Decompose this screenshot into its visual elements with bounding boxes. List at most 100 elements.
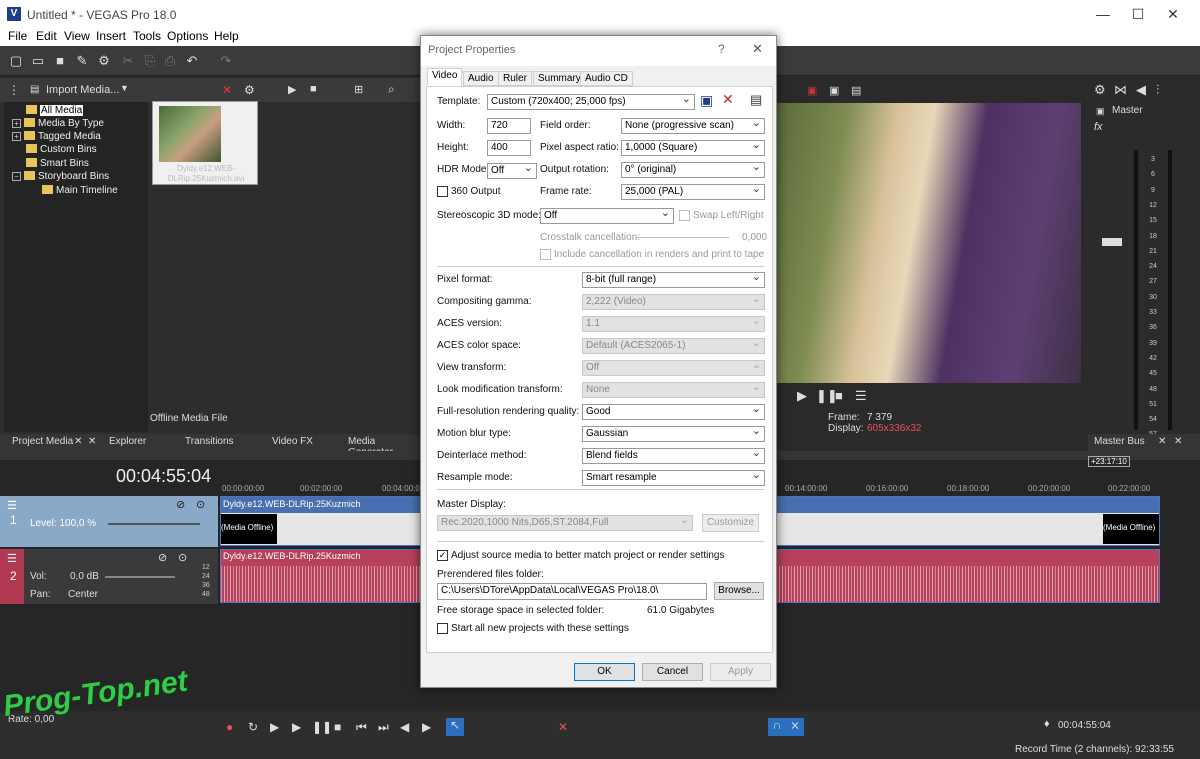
next-frame-icon[interactable]: ▶	[422, 720, 431, 734]
setting-dropdown[interactable]: None	[582, 382, 765, 398]
setting-dropdown[interactable]: Smart resample	[582, 470, 765, 486]
normal-edit-tool-icon[interactable]: ↖	[446, 718, 464, 736]
include-cancellation-checkbox[interactable]	[540, 249, 551, 260]
menu-edit[interactable]: Edit	[36, 29, 57, 43]
fx-icon[interactable]: fx	[1094, 121, 1103, 133]
match-media-icon[interactable]: ▤	[750, 92, 762, 108]
stereoscopic-dropdown[interactable]: Off	[540, 208, 674, 224]
close-icon[interactable]: ✕	[1174, 436, 1182, 447]
tree-custom-bins[interactable]: Custom Bins	[26, 144, 97, 157]
chevron-down-icon[interactable]: ▼	[120, 83, 129, 93]
customize-button[interactable]: Customize	[702, 514, 759, 532]
downmix-icon[interactable]: ⋈	[1114, 82, 1127, 98]
tree-tagged-media[interactable]: + Tagged Media	[12, 131, 101, 144]
master-display-dropdown[interactable]: Rec.2020,1000 Nits,D65,ST.2084,Full	[437, 515, 693, 531]
setting-dropdown[interactable]: Blend fields	[582, 448, 765, 464]
fader-handle[interactable]	[1102, 238, 1122, 246]
setting-dropdown[interactable]: 1.1	[582, 316, 765, 332]
tab-audio[interactable]: Audio	[463, 71, 499, 86]
stop-icon[interactable]: ■	[310, 83, 317, 95]
template-dropdown[interactable]: Custom (720x400; 25,000 fps)	[487, 94, 695, 110]
import-media-icon[interactable]: ▤	[30, 84, 39, 95]
mixer-sliders-icon[interactable]: ⫶	[1156, 82, 1159, 98]
delete-template-icon[interactable]: ✕	[722, 91, 734, 108]
menu-file[interactable]: File	[8, 29, 27, 43]
menu-insert[interactable]: Insert	[96, 29, 126, 43]
save-template-icon[interactable]: ▣	[700, 92, 713, 109]
solo-icon[interactable]: ⊙	[178, 551, 187, 564]
height-input[interactable]: 400	[487, 140, 531, 156]
prerender-folder-input[interactable]: C:\Users\DTore\AppData\Local\VEGAS Pro\1…	[437, 583, 707, 600]
setting-dropdown[interactable]: Off	[582, 360, 765, 376]
pause-icon[interactable]: ❚❚	[312, 720, 332, 734]
setting-dropdown[interactable]: Default (ACES2065-1)	[582, 338, 765, 354]
hdr-mode-dropdown[interactable]: Off	[487, 163, 537, 179]
tree-smart-bins[interactable]: Smart Bins	[26, 158, 89, 171]
new-icon[interactable]: ▢	[8, 53, 24, 69]
tab-ruler[interactable]: Ruler	[498, 71, 532, 86]
audio-track-header[interactable]: ☰ 2 Vol: 0,0 dB Pan: Center ⊘ ⊙ 12 24 36…	[0, 549, 218, 604]
mute-icon[interactable]: ⊘	[158, 551, 167, 564]
save-icon[interactable]: ■	[52, 53, 68, 69]
video-track-header[interactable]: ☰ 1 Level: 100,0 % ⊘ ⊙	[0, 496, 218, 547]
adjust-source-checkbox[interactable]: ✓	[437, 550, 448, 561]
copy-icon[interactable]: ⎘	[142, 53, 158, 69]
volume-slider[interactable]	[105, 576, 175, 578]
start-all-projects-checkbox[interactable]	[437, 623, 448, 634]
views-icon[interactable]: ⊞	[354, 83, 363, 96]
render-icon[interactable]: ✎	[74, 53, 90, 69]
close-icon[interactable]: ✕	[74, 436, 82, 447]
paste-icon[interactable]: ⎙	[162, 53, 178, 69]
swap-left-right-checkbox[interactable]	[679, 210, 690, 221]
tab-transitions[interactable]: Transitions	[185, 436, 234, 447]
track-menu-icon[interactable]: ☰	[7, 552, 17, 565]
trim-icon[interactable]: ✂	[120, 53, 136, 69]
setting-dropdown[interactable]: 2,222 (Video)	[582, 294, 765, 310]
frame-rate-dropdown[interactable]: 25,000 (PAL)	[621, 184, 765, 200]
apply-button[interactable]: Apply	[710, 663, 771, 681]
redo-icon[interactable]: ↷	[218, 53, 234, 69]
tab-video-fx[interactable]: Video FX	[272, 436, 313, 447]
copy-snapshot-icon[interactable]: ▤	[851, 84, 861, 97]
open-folder-icon[interactable]: ▭	[30, 53, 46, 69]
menu-help[interactable]: Help	[214, 29, 239, 43]
setting-dropdown[interactable]: Gaussian	[582, 426, 765, 442]
go-to-start-icon[interactable]: ⏮	[356, 720, 367, 735]
master-checkbox-icon[interactable]: ▣	[1096, 106, 1105, 117]
tree-main-timeline[interactable]: Main Timeline	[42, 185, 118, 198]
undo-icon[interactable]: ↶	[184, 53, 200, 69]
browse-button[interactable]: Browse...	[714, 582, 764, 600]
search-icon[interactable]: ⌕	[388, 82, 395, 97]
play-from-start-icon[interactable]: ▶	[270, 720, 279, 734]
tab-explorer[interactable]: Explorer	[109, 436, 146, 447]
cancel-button[interactable]: Cancel	[642, 663, 703, 681]
menu-options[interactable]: Options	[167, 29, 208, 43]
setting-dropdown[interactable]: 8-bit (full range)	[582, 272, 765, 288]
setting-dropdown[interactable]: Good	[582, 404, 765, 420]
settings-gear-icon[interactable]: ⚙	[1094, 82, 1106, 98]
output-360-checkbox[interactable]	[437, 186, 448, 197]
save-snapshot-icon[interactable]: ▣	[829, 84, 839, 97]
track-menu-icon[interactable]: ☰	[7, 499, 17, 512]
play-icon[interactable]: ▶	[288, 83, 296, 96]
width-input[interactable]: 720	[487, 118, 531, 134]
remove-media-icon[interactable]: ✕	[222, 83, 232, 97]
snapping-icon[interactable]: ∩	[768, 718, 786, 736]
close-icon[interactable]: ✕	[1158, 436, 1166, 447]
tab-project-media[interactable]: Project Media	[12, 436, 73, 447]
play-icon[interactable]: ▶	[292, 720, 301, 734]
ok-button[interactable]: OK	[574, 663, 635, 681]
menu-tools[interactable]: Tools	[133, 29, 161, 43]
media-properties-icon[interactable]: ⚙	[244, 83, 255, 97]
tab-summary[interactable]: Summary	[533, 71, 586, 86]
fullscreen-icon[interactable]: ☰	[855, 388, 867, 404]
tab-video[interactable]: Video	[427, 68, 463, 86]
expand-icon[interactable]: +	[12, 119, 21, 128]
pixel-aspect-ratio-dropdown[interactable]: 1,0000 (Square)	[621, 140, 765, 156]
master-bus-tab[interactable]: Master Bus ✕ ✕	[1088, 434, 1200, 451]
close-window-button[interactable]: ✕	[1150, 0, 1196, 28]
stop-icon[interactable]: ■	[835, 388, 843, 403]
output-rotation-dropdown[interactable]: 0° (original)	[621, 162, 765, 178]
loop-icon[interactable]: ↻	[248, 720, 258, 734]
menu-view[interactable]: View	[64, 29, 90, 43]
